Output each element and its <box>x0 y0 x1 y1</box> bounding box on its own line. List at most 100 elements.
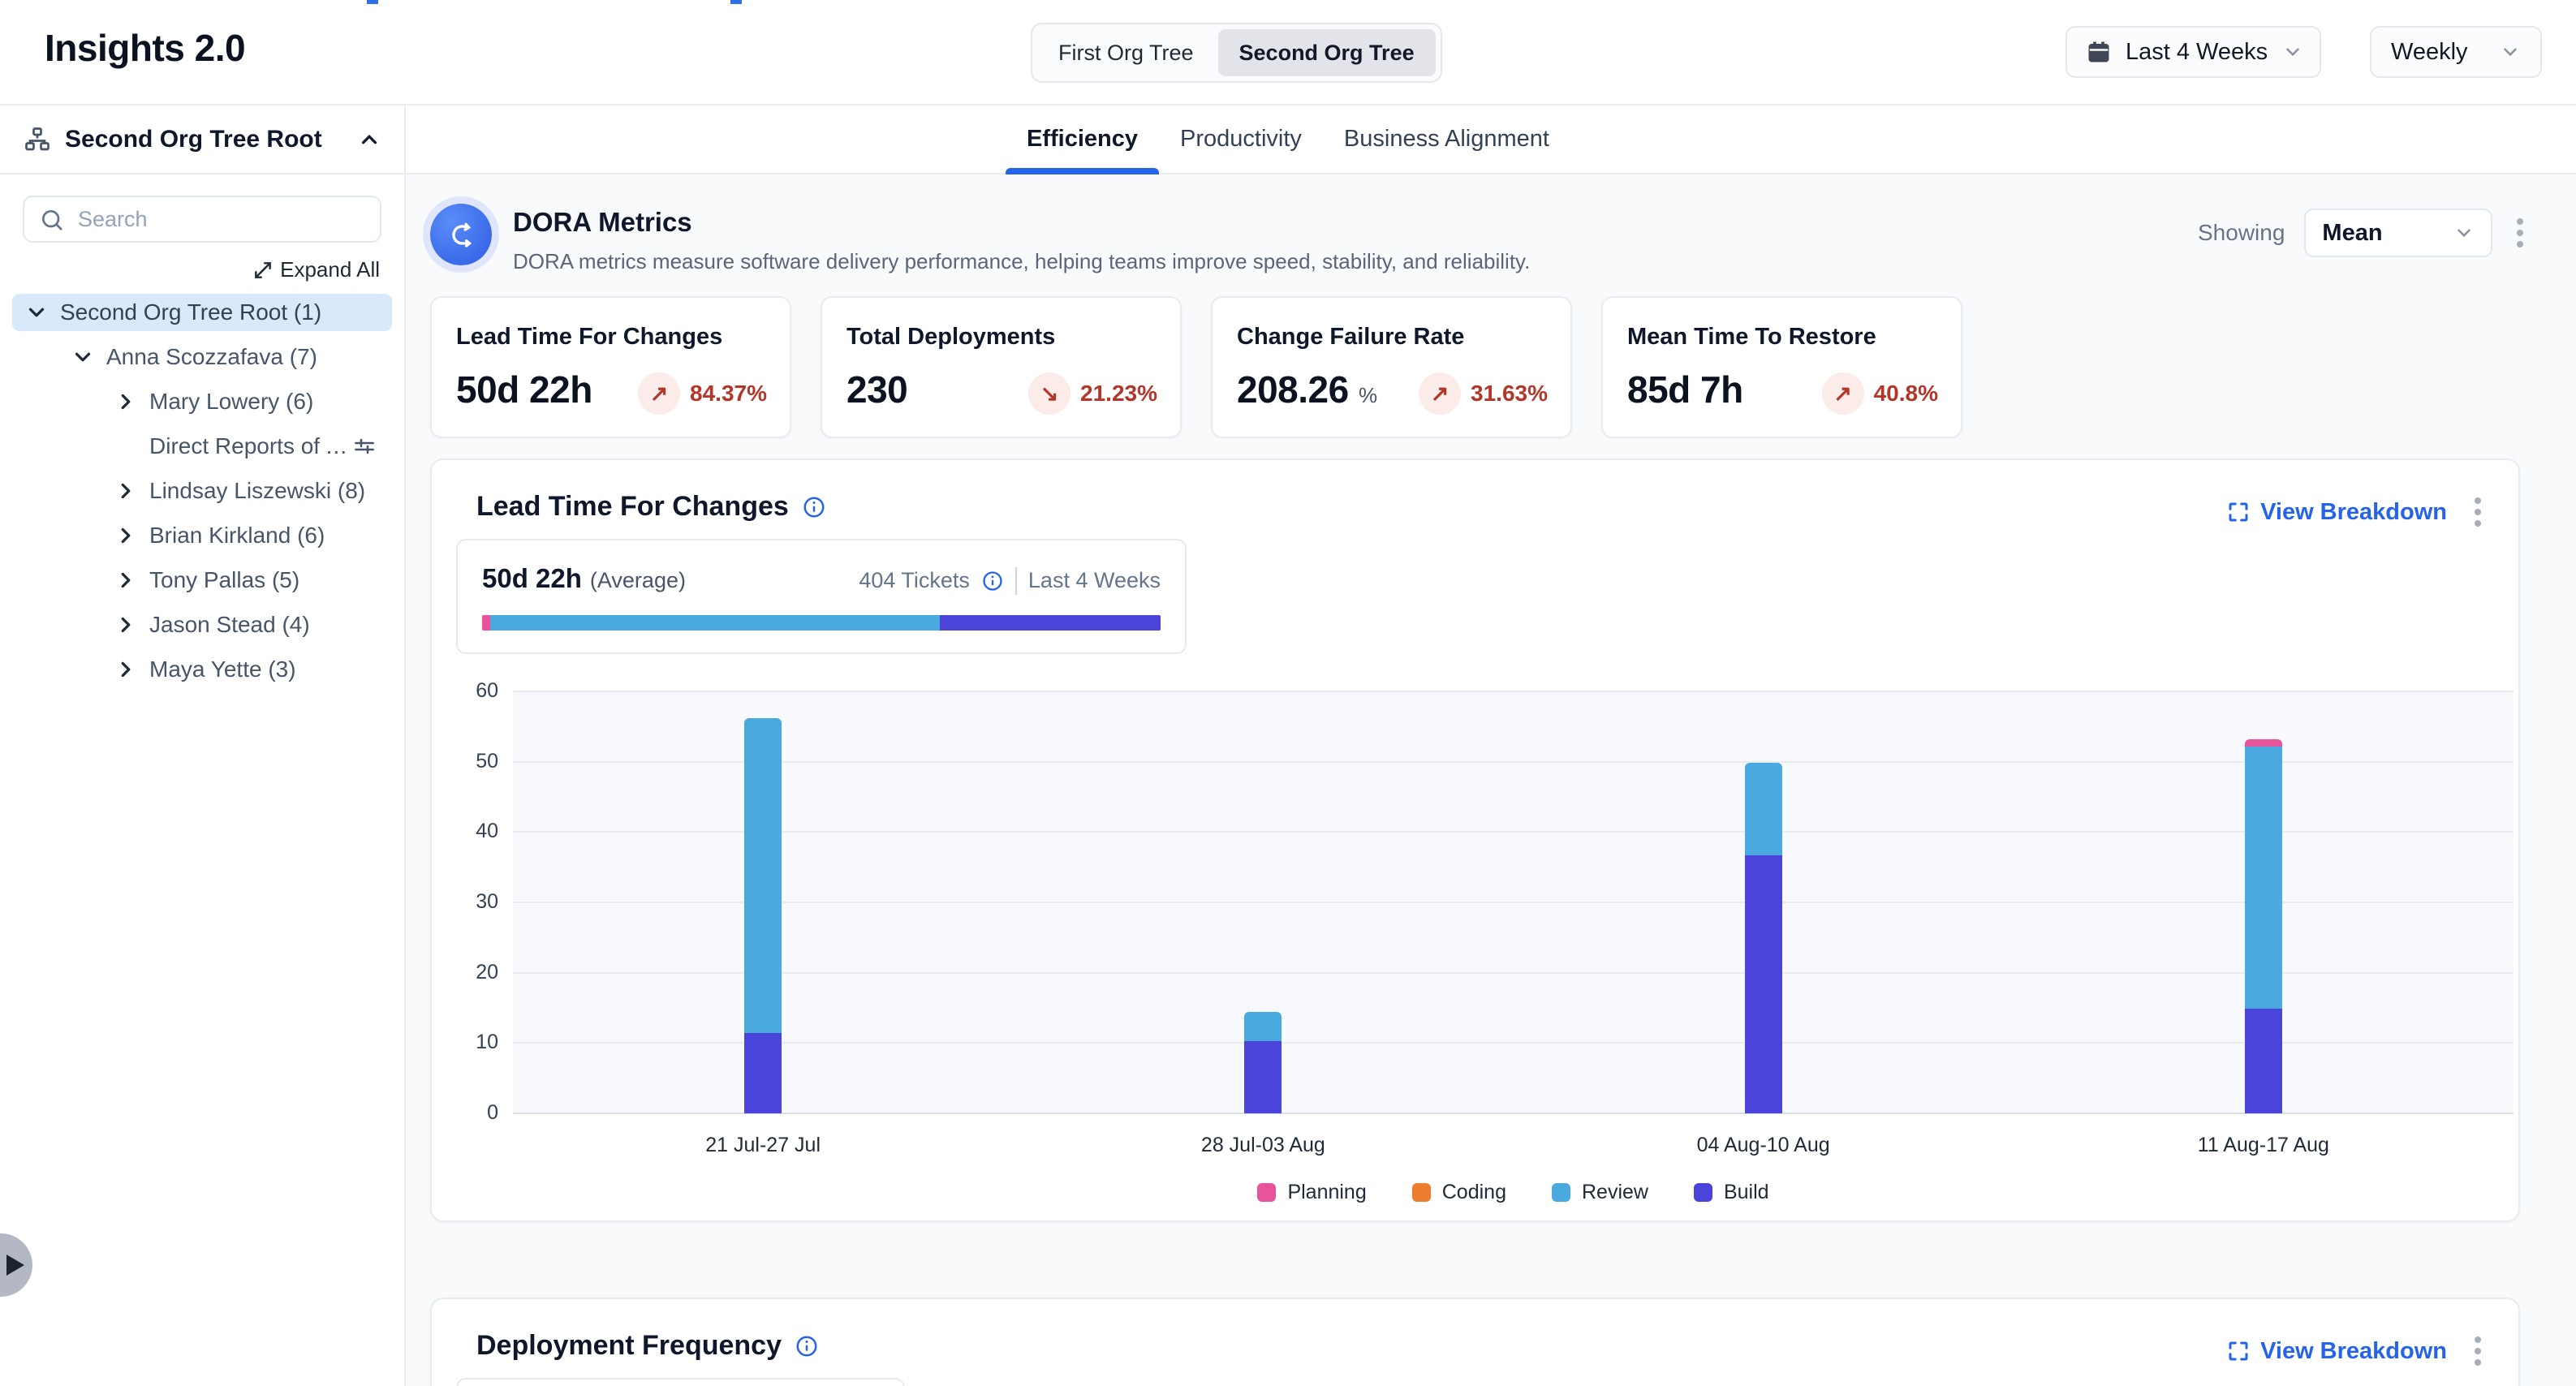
metric-delta: ↗31.63% <box>1419 372 1548 415</box>
view-breakdown-button[interactable]: View Breakdown <box>2226 499 2447 526</box>
toggle-first-org-tree[interactable]: First Org Tree <box>1037 29 1215 76</box>
legend-item-planning[interactable]: Planning <box>1257 1181 1366 1204</box>
legend-label: Coding <box>1442 1181 1506 1204</box>
tree-item[interactable]: Tony Pallas (5) <box>12 562 392 599</box>
tree-item[interactable]: Maya Yette (3) <box>12 651 392 688</box>
bar-slot <box>513 691 1013 1113</box>
bar-segment-build <box>1745 855 1782 1113</box>
chevron-right-icon[interactable] <box>114 568 138 592</box>
y-axis-tick-label: 10 <box>442 1031 498 1054</box>
bar-segment-review <box>1745 763 1782 855</box>
search-input[interactable] <box>23 196 381 243</box>
info-icon[interactable] <box>981 570 1004 592</box>
lead-time-section-title: Lead Time For Changes <box>476 491 789 523</box>
toggle-second-org-tree[interactable]: Second Org Tree <box>1218 29 1436 76</box>
chevron-right-icon[interactable] <box>114 479 138 503</box>
legend-item-build[interactable]: Build <box>1694 1181 1769 1204</box>
bar-slot <box>1514 691 2014 1113</box>
sidebar-search <box>23 196 381 243</box>
tab-efficiency[interactable]: Efficiency <box>1006 105 1159 173</box>
tree-item-label: Second Org Tree Root (1) <box>60 299 392 325</box>
lead-time-summary: 50d 22h (Average) 404 Tickets Last 4 Wee… <box>456 539 1187 654</box>
tree-item[interactable]: Brian Kirkland (6) <box>12 517 392 554</box>
period-select[interactable]: Last 4 Weeks <box>2066 26 2321 78</box>
metric-delta: ↘21.23% <box>1028 372 1157 415</box>
expand-corners-icon <box>2226 500 2251 524</box>
tree-item-label: Tony Pallas (5) <box>149 567 392 593</box>
granularity-select[interactable]: Weekly <box>2370 26 2542 78</box>
chart-x-axis-labels: 21 Jul-27 Jul28 Jul-03 Aug04 Aug-10 Aug1… <box>513 1134 2514 1157</box>
metric-label: Lead Time For Changes <box>456 324 722 351</box>
triangle-right-icon <box>6 1255 24 1276</box>
bar-segment-review <box>2245 747 2282 1009</box>
chevron-down-icon <box>2282 41 2303 62</box>
dora-kebab-menu[interactable] <box>2512 213 2528 252</box>
phase-distribution-bar <box>482 615 1161 631</box>
tree-item[interactable]: Mary Lowery (6) <box>12 383 392 420</box>
chevron-right-icon[interactable] <box>114 523 138 548</box>
stacked-bar-28 Jul-03 Aug[interactable] <box>1244 1012 1282 1113</box>
info-icon[interactable] <box>795 1334 819 1358</box>
tab-business-alignment[interactable]: Business Alignment <box>1323 105 1570 173</box>
info-icon[interactable] <box>802 495 826 519</box>
clipped-link-fragment <box>367 0 378 4</box>
y-axis-tick-label: 20 <box>442 961 498 984</box>
chevron-right-icon[interactable] <box>114 657 138 682</box>
x-axis-category-label: 11 Aug-17 Aug <box>2014 1134 2514 1157</box>
granularity-select-value: Weekly <box>2391 39 2468 66</box>
stacked-bar-04 Aug-10 Aug[interactable] <box>1745 763 1782 1113</box>
distribution-segment-build <box>940 615 1161 631</box>
sidebar-header: Second Org Tree Root <box>0 105 404 174</box>
expand-all-icon <box>252 260 274 281</box>
deployment-frequency-card: Deployment Frequency View Breakdown <box>430 1298 2520 1386</box>
legend-item-coding[interactable]: Coding <box>1412 1181 1506 1204</box>
chevron-down-icon[interactable] <box>71 345 95 369</box>
legend-swatch <box>1694 1183 1712 1202</box>
deployment-kebab-menu[interactable] <box>2470 1332 2486 1371</box>
divider <box>1015 567 1017 595</box>
chevron-down-icon <box>2453 222 2475 243</box>
collapse-panel-chevron-up-icon[interactable] <box>357 127 381 152</box>
tree-item-label: Jason Stead (4) <box>149 612 392 638</box>
expand-all-button[interactable]: Expand All <box>252 257 380 282</box>
trend-up-arrow-icon: ↗ <box>638 372 680 415</box>
filter-sliders-icon[interactable] <box>351 433 377 459</box>
metric-delta-value: 21.23% <box>1080 381 1157 407</box>
bar-segment-build <box>1244 1041 1282 1113</box>
chevron-right-icon[interactable] <box>114 390 138 414</box>
tree-item[interactable]: Lindsay Liszewski (8) <box>12 472 392 510</box>
chevron-right-icon[interactable] <box>114 613 138 637</box>
stacked-bar-11 Aug-17 Aug[interactable] <box>2245 739 2282 1113</box>
y-axis-tick-label: 50 <box>442 750 498 773</box>
chevron-down-icon[interactable] <box>24 300 49 325</box>
stacked-bar-21 Jul-27 Jul[interactable] <box>744 718 782 1113</box>
tree-item[interactable]: Anna Scozzafava (7) <box>12 338 392 376</box>
app-header: Insights 2.0 First Org Tree Second Org T… <box>0 0 2576 105</box>
deployment-summary <box>456 1378 905 1386</box>
lead-time-kebab-menu[interactable] <box>2470 493 2486 532</box>
dora-section-subtitle: DORA metrics measure software delivery p… <box>513 249 1530 274</box>
metric-label: Mean Time To Restore <box>1627 324 1876 351</box>
metric-card: Lead Time For Changes50d 22h↗84.37% <box>430 296 791 438</box>
tree-item[interactable]: Jason Stead (4) <box>12 606 392 644</box>
dora-section-title: DORA Metrics <box>513 207 692 238</box>
bar-segment-review <box>1244 1012 1282 1041</box>
active-tab-underline <box>1006 168 1159 174</box>
clipped-link-fragment <box>730 0 742 4</box>
chevron-down-icon <box>2500 41 2521 62</box>
page-title: Insights 2.0 <box>45 26 245 70</box>
aggregation-select-value: Mean <box>2322 220 2444 247</box>
metric-delta-value: 31.63% <box>1471 381 1548 407</box>
view-breakdown-button[interactable]: View Breakdown <box>2226 1338 2447 1365</box>
tree-item[interactable]: Second Org Tree Root (1) <box>12 294 392 331</box>
search-icon <box>39 207 65 233</box>
tab-productivity[interactable]: Productivity <box>1159 105 1323 173</box>
tab-label: Productivity <box>1180 126 1302 153</box>
org-chart-icon <box>23 125 52 154</box>
legend-item-review[interactable]: Review <box>1552 1181 1648 1204</box>
showing-label: Showing <box>2198 220 2285 246</box>
lead-time-average-suffix: (Average) <box>590 568 686 593</box>
aggregation-select[interactable]: Mean <box>2304 209 2492 257</box>
legend-label: Build <box>1724 1181 1769 1204</box>
tree-item[interactable]: Direct Reports of A... <box>12 428 392 465</box>
